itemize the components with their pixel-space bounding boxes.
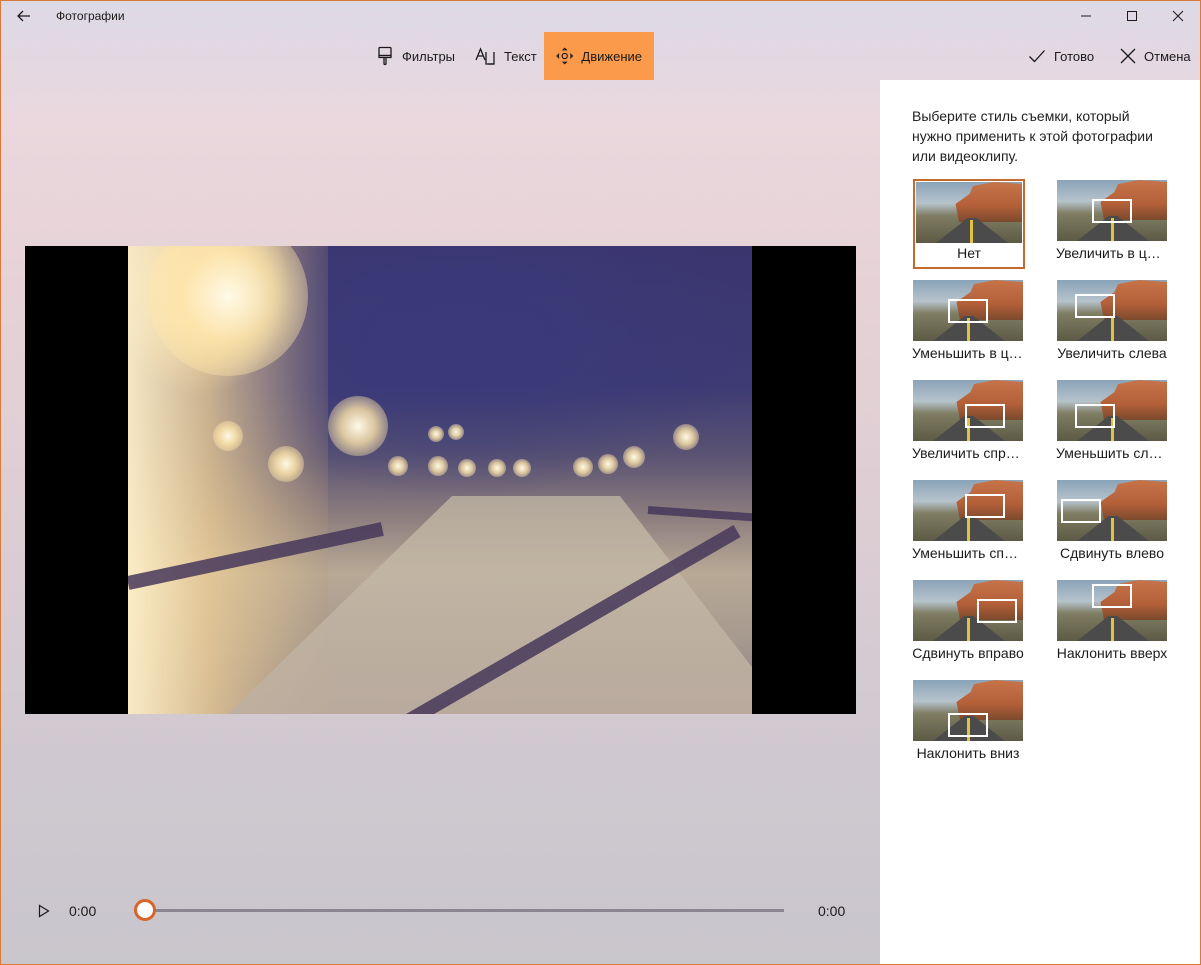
close-button[interactable] <box>1155 0 1201 32</box>
text-button[interactable]: Текст <box>462 32 549 80</box>
preview-photo <box>128 246 752 714</box>
style-thumbnail <box>1057 480 1167 541</box>
current-time: 0:00 <box>69 903 97 919</box>
cancel-label: Отмена <box>1144 48 1191 64</box>
style-item-pan-right[interactable]: Сдвинуть вправо <box>912 579 1024 669</box>
filters-button[interactable]: Фильтры <box>364 32 467 80</box>
style-thumbnail <box>1057 180 1167 241</box>
panel-description: Выберите стиль съемки, который нужно при… <box>912 108 1153 164</box>
app-title: Фотографии <box>56 9 125 23</box>
back-button[interactable] <box>8 2 40 30</box>
style-item-none[interactable]: Нет <box>913 179 1025 269</box>
minimize-icon <box>1081 15 1091 17</box>
style-item-tilt-down[interactable]: Наклонить вниз <box>912 679 1024 769</box>
brush-icon <box>378 46 392 66</box>
style-thumbnail <box>913 580 1023 641</box>
maximize-icon <box>1127 11 1137 21</box>
style-item-zoom-out-right[interactable]: Уменьшить справа <box>912 479 1024 569</box>
filters-label: Фильтры <box>402 48 456 64</box>
total-time: 0:00 <box>818 903 846 919</box>
seek-thumb[interactable] <box>134 899 156 921</box>
seek-track[interactable] <box>145 909 784 912</box>
play-button[interactable] <box>34 901 54 921</box>
style-label: Увеличить справа <box>912 445 1024 461</box>
style-item-zoom-in-right[interactable]: Увеличить справа <box>912 379 1024 469</box>
style-item-zoom-in-left[interactable]: Увеличить слева <box>1056 279 1168 369</box>
style-label: Сдвинуть влево <box>1059 545 1164 561</box>
style-label: Сдвинуть вправо <box>912 645 1024 661</box>
cancel-icon <box>1120 48 1136 64</box>
style-item-zoom-out-left[interactable]: Уменьшить слева <box>1056 379 1168 469</box>
done-label: Готово <box>1054 48 1095 64</box>
style-thumbnail <box>1057 280 1167 341</box>
style-label: Нет <box>957 245 981 261</box>
style-thumbnail <box>913 680 1023 741</box>
style-thumbnail <box>913 480 1023 541</box>
style-thumbnail <box>1057 380 1167 441</box>
title-bar: Фотографии <box>0 0 1201 32</box>
arrow-left-icon <box>17 10 30 22</box>
style-thumbnail <box>913 280 1023 341</box>
checkmark-icon <box>1029 50 1045 63</box>
style-item-zoom-out-center[interactable]: Уменьшить в центре <box>912 279 1024 369</box>
motion-button[interactable]: Движение <box>544 32 654 80</box>
style-thumbnail <box>913 380 1023 441</box>
video-preview <box>25 246 856 714</box>
style-item-tilt-up[interactable]: Наклонить вверх <box>1056 579 1168 669</box>
motion-panel: Выберите стиль съемки, который нужно при… <box>880 80 1200 964</box>
maximize-button[interactable] <box>1109 0 1155 32</box>
minimize-button[interactable] <box>1063 0 1109 32</box>
text-label: Текст <box>504 48 537 64</box>
style-label: Уменьшить справа <box>912 545 1024 561</box>
motion-icon <box>556 47 574 65</box>
style-item-zoom-in-center[interactable]: Увеличить в центре <box>1056 179 1168 269</box>
style-item-pan-left[interactable]: Сдвинуть влево <box>1056 479 1168 569</box>
style-label: Наклонить вниз <box>916 745 1020 761</box>
play-icon <box>38 904 50 918</box>
style-label: Уменьшить в центре <box>912 345 1024 361</box>
motion-label: Движение <box>581 48 642 64</box>
style-thumbnail <box>1057 580 1167 641</box>
style-label: Увеличить в центре <box>1056 245 1168 261</box>
text-icon <box>475 47 495 65</box>
style-label: Увеличить слева <box>1057 345 1167 361</box>
style-thumbnail <box>916 182 1022 243</box>
cancel-button[interactable]: Отмена <box>1108 32 1201 80</box>
style-label: Уменьшить слева <box>1056 445 1168 461</box>
style-label: Наклонить вверх <box>1056 645 1168 661</box>
close-icon <box>1172 10 1184 22</box>
done-button[interactable]: Готово <box>1016 32 1106 80</box>
